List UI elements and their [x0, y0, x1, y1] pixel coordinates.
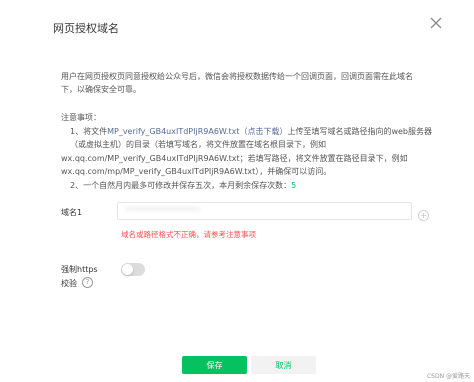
notes-item-1-line-2: （或虚拟主机）的目录（若填写域名，将文件放置在域名根目录下，例如 — [70, 140, 326, 150]
notes-item-1-suffix: 上传至填写域名或路径指向的web服务器 — [287, 126, 433, 136]
https-toggle[interactable] — [121, 263, 145, 276]
remaining-count: 5 — [291, 180, 297, 190]
help-icon[interactable]: ? — [82, 277, 93, 288]
domain-input-value: *************** — [126, 206, 201, 215]
notes-item-1-prefix: 1、将文件 — [70, 126, 108, 136]
notes-item-1-line-3: wx.qq.com/MP_verify_GB4uxITdPIjR9A6W.txt… — [61, 153, 408, 163]
notes-heading: 注意事项： — [61, 113, 101, 122]
intro-line-2: 下，以确保安全可靠。 — [61, 85, 141, 94]
notes-item-1: 1、将文件MP_verify_GB4uxITdPIjR9A6W.txt（点击下载… — [61, 125, 441, 139]
notes-item-1-line-4: wx.qq.com/mp/MP_verify_GB4uxITdPIjR9A6W.… — [61, 167, 332, 177]
notes-item-2-prefix: 2、一个自然月内最多可修改并保存五次，本月剩余保存次数： — [70, 180, 292, 190]
domain-input[interactable]: *************** — [117, 202, 412, 220]
cancel-button[interactable]: 取消 — [251, 356, 316, 374]
toggle-knob — [122, 264, 133, 275]
dialog-title: 网页授权域名 — [53, 22, 119, 35]
intro-text: 用户在网页授权页同意授权给公众号后，微信会将授权数据传给一个回调页面，回调页面需… — [61, 70, 441, 96]
domain-dialog: 网页授权域名 用户在网页授权页同意授权给公众号后，微信会将授权数据传给一个回调页… — [0, 0, 474, 382]
close-icon[interactable] — [428, 15, 444, 31]
verify-file-link[interactable]: MP_verify_GB4uxITdPIjR9A6W.txt — [107, 127, 239, 136]
download-link[interactable]: （点击下载） — [239, 127, 287, 136]
notes-section: 注意事项： 1、将文件MP_verify_GB4uxITdPIjR9A6W.tx… — [61, 111, 441, 193]
watermark: CSDN @爱路天 — [426, 373, 470, 380]
domain-label: 域名1 — [61, 208, 83, 217]
save-button[interactable]: 保存 — [182, 356, 247, 374]
domain-error-message: 域名或路径格式不正确，请参考注意事项 — [121, 230, 256, 239]
intro-line-1: 用户在网页授权页同意授权给公众号后，微信会将授权数据传给一个回调页面，回调页面需… — [61, 72, 413, 81]
add-domain-icon[interactable] — [418, 206, 429, 221]
https-label: 强制https — [61, 265, 98, 274]
notes-item-2: 2、一个自然月内最多可修改并保存五次，本月剩余保存次数：5 — [61, 179, 441, 193]
https-label-line-2: 校验 — [61, 279, 77, 288]
